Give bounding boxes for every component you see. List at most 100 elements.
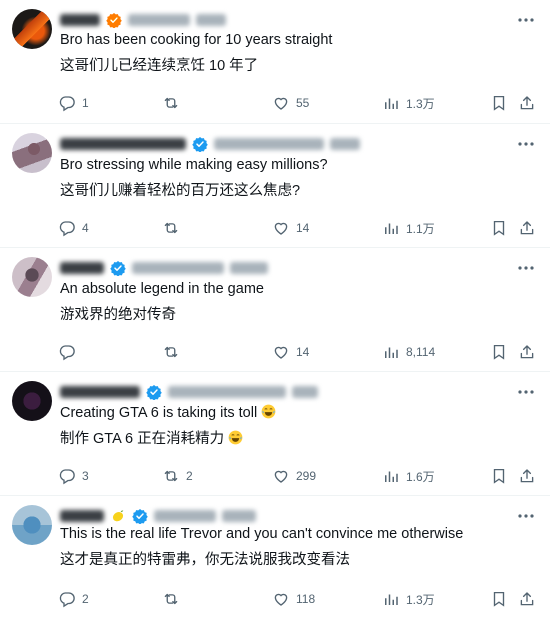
bookmark-button[interactable] [490,217,508,239]
views-icon [382,343,400,361]
like-icon [272,219,290,237]
views-button[interactable]: 1.6万 [382,465,435,487]
blurred-display-name[interactable] [60,510,104,522]
verified-icon [106,12,122,28]
like-button[interactable]: 299 [272,465,316,487]
share-button[interactable] [518,341,536,363]
bookmark-button[interactable] [490,588,508,610]
views-icon [382,467,400,485]
reply-post[interactable]: This is the real life Trevor and you can… [0,496,550,619]
avatar[interactable] [12,381,52,421]
share-icon [518,94,536,112]
like-button[interactable]: 14 [272,341,309,363]
blurred-display-name[interactable] [60,14,100,26]
like-icon [272,94,290,112]
more-icon[interactable] [516,12,536,28]
like-button[interactable]: 14 [272,217,309,239]
like-count: 55 [296,96,310,110]
reply-button[interactable] [58,341,82,363]
post-header [60,506,256,526]
blurred-handle[interactable] [168,386,286,398]
share-button[interactable] [518,588,536,610]
post-text-en: This is the real life Trevor and you can… [60,526,464,542]
share-button[interactable] [518,465,536,487]
reply-count: 3 [82,469,89,483]
blurred-handle[interactable] [128,14,190,26]
reply-post[interactable]: Bro stressing while making easy millions… [0,124,550,248]
post-header [60,10,226,30]
verified-icon [110,260,126,276]
views-button[interactable]: 1.1万 [382,217,435,239]
reply-count: 1 [82,96,89,110]
reply-icon [58,590,76,608]
blurred-handle[interactable] [132,262,224,274]
post-text-en: Bro has been cooking for 10 years straig… [60,32,333,48]
blurred-timestamp[interactable] [292,386,318,398]
bookmark-button[interactable] [490,92,508,114]
repost-button[interactable] [162,92,186,114]
views-button[interactable]: 1.3万 [382,588,435,610]
like-count: 299 [296,469,317,483]
more-icon[interactable] [516,136,536,152]
avatar[interactable] [12,257,52,297]
more-icon[interactable] [516,508,536,524]
share-button[interactable] [518,217,536,239]
repost-button[interactable] [162,217,186,239]
reply-post[interactable]: Bro has been cooking for 10 years straig… [0,0,550,124]
post-text-zh: 制作 GTA 6 正在消耗精力 [60,431,225,447]
reply-icon [58,343,76,361]
post-text-zh: 这哥们儿赚着轻松的百万还这么焦虑? [60,183,301,199]
blurred-handle[interactable] [214,138,324,150]
blurred-display-name[interactable] [60,138,186,150]
more-icon[interactable] [516,260,536,276]
reply-icon [58,94,76,112]
post-header [60,258,268,278]
avatar[interactable] [12,133,52,173]
reply-button[interactable]: 3 [58,465,89,487]
blurred-handle[interactable] [154,510,216,522]
repost-count: 2 [186,469,193,483]
like-icon [272,590,290,608]
reply-post[interactable]: An absolute legend in the game 游戏界的绝对传奇 … [0,248,550,372]
blurred-timestamp[interactable] [222,510,256,522]
views-button[interactable]: 8,114 [382,341,435,363]
blurred-timestamp[interactable] [330,138,360,150]
post-text-en: Bro stressing while making easy millions… [60,157,328,173]
post-text-en: Creating GTA 6 is taking its toll [60,405,258,421]
blurred-timestamp[interactable] [230,262,268,274]
bookmark-button[interactable] [490,465,508,487]
like-icon [272,343,290,361]
bookmark-icon [490,94,508,112]
bookmark-button[interactable] [490,341,508,363]
reply-post[interactable]: Creating GTA 6 is taking its toll 制作 GTA… [0,372,550,496]
blurred-display-name[interactable] [60,386,140,398]
like-button[interactable]: 118 [272,588,315,610]
blurred-display-name[interactable] [60,262,104,274]
views-count: 1.3万 [406,96,435,111]
share-button[interactable] [518,92,536,114]
share-icon [518,219,536,237]
reply-icon [58,219,76,237]
share-icon [518,467,536,485]
views-count: 1.6万 [406,469,435,484]
post-text-en-row: Creating GTA 6 is taking its toll [60,403,276,423]
reply-button[interactable]: 4 [58,217,89,239]
repost-button[interactable]: 2 [162,465,193,487]
verified-icon [132,508,148,524]
reply-button[interactable]: 2 [58,588,89,610]
bookmark-icon [490,590,508,608]
more-icon[interactable] [516,384,536,400]
reply-button[interactable]: 1 [58,92,89,114]
repost-button[interactable] [162,588,186,610]
joy-emoji [261,404,276,419]
blurred-timestamp[interactable] [196,14,226,26]
views-button[interactable]: 1.3万 [382,92,435,114]
like-icon [272,467,290,485]
views-count: 1.1万 [406,221,435,236]
verified-icon [146,384,162,400]
like-button[interactable]: 55 [272,92,309,114]
avatar[interactable] [12,505,52,545]
repost-button[interactable] [162,341,186,363]
post-header [60,134,360,154]
avatar[interactable] [12,9,52,49]
